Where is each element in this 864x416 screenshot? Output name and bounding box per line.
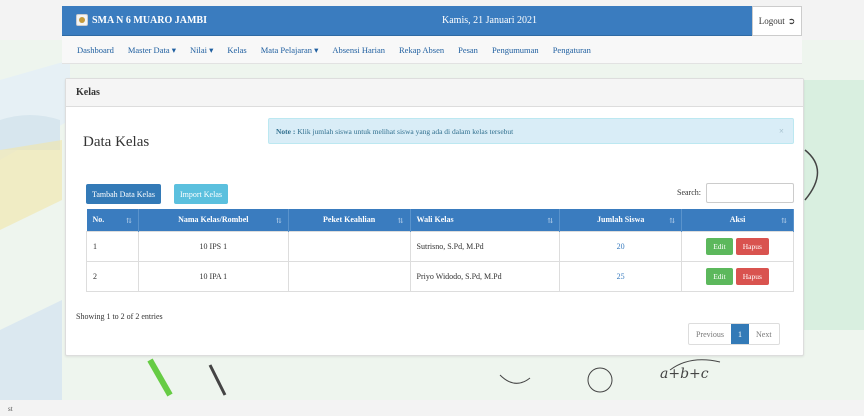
- nav-item-dashboard[interactable]: Dashboard: [70, 36, 121, 64]
- sort-icon: ⇅: [397, 217, 404, 225]
- table-row: 2 10 IPA 1 Priyo Widodo, S.Pd, M.Pd 25 E…: [86, 260, 794, 292]
- current-date: Kamis, 21 Januari 2021: [442, 15, 537, 26]
- sort-icon: ⇅: [126, 217, 132, 225]
- cell-no: 1: [86, 230, 139, 262]
- page-1-button[interactable]: 1: [731, 324, 749, 344]
- edit-button[interactable]: Edit: [706, 267, 733, 285]
- nav-item-rekap-absen[interactable]: Rekap Absen: [392, 36, 451, 64]
- column-header-keahlian[interactable]: Peket Keahlian ⇅: [288, 209, 411, 231]
- main-navbar: Dashboard Master Data ▾ Nilai ▾ Kelas Ma…: [62, 36, 802, 64]
- kelas-panel: Kelas Data Kelas Note : Klik jumlah sisw…: [65, 78, 804, 356]
- svg-text:a+b+c: a+b+c: [660, 366, 709, 382]
- column-header-kelas[interactable]: Nama Kelas/Rombel ⇅: [138, 209, 289, 231]
- nav-item-kelas[interactable]: Kelas: [220, 36, 253, 64]
- delete-button[interactable]: Hapus: [735, 237, 769, 255]
- cell-keahlian: [287, 260, 411, 292]
- cell-kelas: 10 IPS 1: [137, 230, 289, 262]
- footer-text: st: [8, 405, 13, 413]
- note-label: Note :: [276, 127, 296, 136]
- logout-button[interactable]: Logout ➲: [752, 6, 802, 36]
- edit-button[interactable]: Edit: [706, 237, 733, 255]
- column-header-jumlah-siswa[interactable]: Jumlah Siswa ⇅: [559, 209, 683, 231]
- cell-no: 2: [86, 260, 139, 292]
- note-text: Klik jumlah siswa untuk melihat siswa ya…: [295, 127, 514, 136]
- nav-item-pengaturan[interactable]: Pengaturan: [546, 36, 598, 64]
- page-title: Data Kelas: [83, 134, 150, 150]
- class-table: No. ⇅ Nama Kelas/Rombel ⇅ Peket Keahlian ⇅ …: [86, 209, 794, 292]
- sort-icon: ⇅: [547, 217, 554, 225]
- cell-kelas: 10 IPA 1: [137, 260, 289, 292]
- cell-wali-kelas: Priyo Widodo, S.Pd, M.Pd: [409, 260, 561, 292]
- sort-icon: ⇅: [781, 217, 787, 225]
- column-header-aksi[interactable]: Aksi ⇅: [681, 209, 794, 231]
- search-input[interactable]: [706, 183, 794, 203]
- nav-item-mata-pelajaran[interactable]: Mata Pelajaran ▾: [254, 36, 326, 64]
- nav-item-master-data[interactable]: Master Data ▾: [121, 36, 183, 64]
- logout-label: Logout: [758, 16, 785, 26]
- logout-icon: ➲: [787, 15, 796, 26]
- nav-item-pengumuman[interactable]: Pengumuman: [485, 36, 546, 64]
- brand[interactable]: SMA N 6 MUARO JAMBI: [76, 14, 207, 26]
- column-header-no[interactable]: No. ⇅: [86, 209, 139, 231]
- jumlah-siswa-link[interactable]: 25: [559, 260, 683, 292]
- sort-icon: ⇅: [669, 217, 676, 225]
- top-header: SMA N 6 MUARO JAMBI Kamis, 21 Januari 20…: [62, 6, 802, 36]
- add-class-button[interactable]: Tambah Data Kelas: [86, 184, 161, 204]
- cell-aksi: Edit Hapus: [681, 230, 794, 262]
- search-label: Search:: [677, 188, 701, 197]
- school-name: SMA N 6 MUARO JAMBI: [92, 14, 207, 26]
- next-page-button[interactable]: Next: [749, 324, 779, 344]
- delete-button[interactable]: Hapus: [735, 267, 769, 285]
- nav-item-absensi-harian[interactable]: Absensi Harian: [325, 36, 392, 64]
- info-alert: Note : Klik jumlah siswa untuk melihat s…: [268, 118, 794, 144]
- nav-item-pesan[interactable]: Pesan: [451, 36, 485, 64]
- jumlah-siswa-link[interactable]: 20: [559, 230, 683, 262]
- previous-page-button[interactable]: Previous: [689, 324, 731, 344]
- column-header-wali-kelas[interactable]: Wali Kelas ⇅: [410, 209, 561, 231]
- cell-keahlian: [287, 230, 411, 262]
- panel-heading: Kelas: [66, 79, 803, 107]
- pagination: Previous 1 Next: [688, 323, 780, 345]
- close-icon[interactable]: ×: [779, 126, 784, 136]
- school-logo-icon: [76, 14, 88, 26]
- sort-icon: ⇅: [275, 217, 282, 225]
- entries-info: Showing 1 to 2 of 2 entries: [76, 312, 163, 321]
- cell-aksi: Edit Hapus: [681, 260, 794, 292]
- table-row: 1 10 IPS 1 Sutrisno, S.Pd, M.Pd 20 Edit H…: [86, 230, 794, 262]
- import-class-button[interactable]: Import Kelas: [174, 184, 228, 204]
- cell-wali-kelas: Sutrisno, S.Pd, M.Pd: [409, 230, 561, 262]
- nav-item-nilai[interactable]: Nilai ▾: [183, 36, 220, 64]
